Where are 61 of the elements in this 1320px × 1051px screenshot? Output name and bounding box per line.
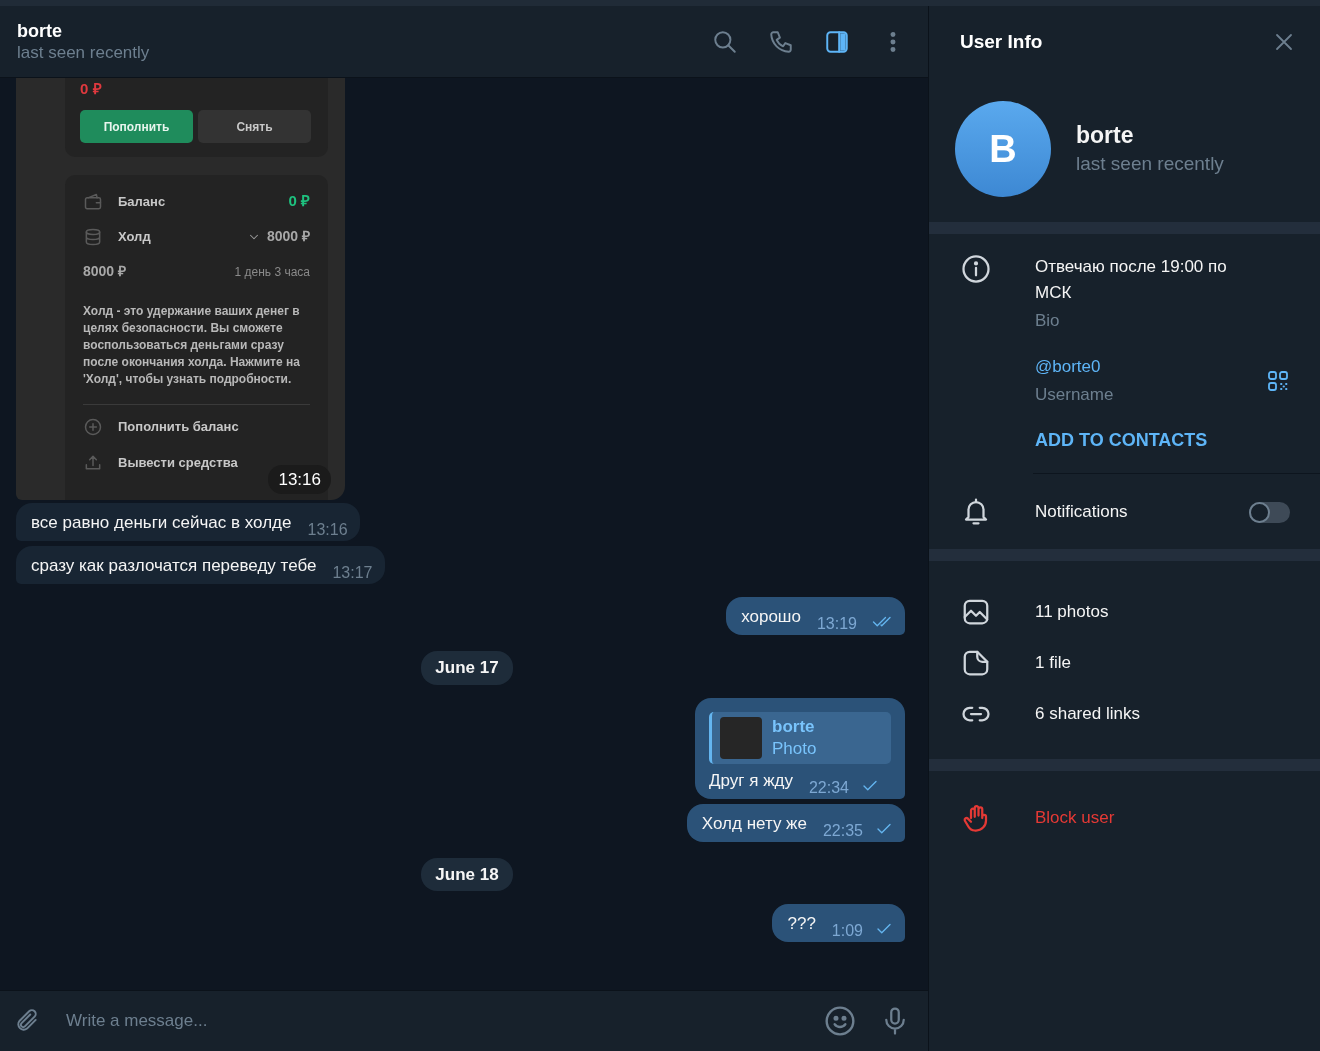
profile-name: borte <box>1076 120 1135 150</box>
upload-icon <box>83 453 103 473</box>
username-label: Username <box>1035 384 1115 406</box>
sidebar-toggle-icon[interactable] <box>824 28 850 55</box>
hold-time: 1 день 3 часа <box>234 263 310 281</box>
bio-text: Отвечаю после 19:00 по МСК <box>1035 256 1228 304</box>
row-label: Холд <box>118 227 152 246</box>
chat-status: last seen recently <box>17 41 151 64</box>
action-label: Пополнить баланс <box>118 418 239 437</box>
message-time: 13:16 <box>268 464 331 494</box>
block-user-button[interactable]: Block user <box>1035 805 1115 831</box>
composer-bar[interactable]: Write a message... <box>0 990 928 1051</box>
info-icon <box>961 254 991 284</box>
message-time: 13:17 <box>332 565 373 581</box>
row-value: 8000 ₽ <box>266 227 310 246</box>
profile-status: last seen recently <box>1076 151 1224 176</box>
hold-description: Холд - это удержание ваших денег в целях безопасности. Вы сможете воспользоваться деньгами сразу после окончания холда. Нажмите на 'Холд', чтобы узнать подробности. <box>83 303 301 388</box>
avatar: B <box>955 101 1051 197</box>
deposit-button: Пополнить <box>80 110 193 143</box>
message-text: сразу как разлочатся переведу тебе <box>31 555 317 577</box>
bio-label: Bio <box>1035 310 1061 332</box>
reply-text: Photo <box>772 737 817 760</box>
message-time: 22:35 <box>822 822 863 839</box>
search-icon[interactable] <box>712 28 738 55</box>
action-label: Вывести средства <box>118 454 238 473</box>
panel-title: User Info <box>960 29 1043 54</box>
notifications-toggle[interactable] <box>1249 501 1290 523</box>
media-count-link[interactable]: 1 file <box>1035 649 1071 676</box>
message-text: ??? <box>787 913 816 935</box>
wallet-icon <box>83 191 103 212</box>
notifications-label: Notifications <box>1035 501 1129 523</box>
row-value: 0 ₽ <box>288 191 310 212</box>
message-input[interactable]: Write a message... <box>64 1007 800 1035</box>
username-link[interactable]: @borte0 <box>1035 354 1266 380</box>
message-time: 22:34 <box>808 779 849 796</box>
message-text: все равно деньги сейчас в холде <box>31 512 292 534</box>
message-time: 13:16 <box>307 522 348 538</box>
chat-title: borte <box>17 19 63 42</box>
add-to-contacts-button[interactable]: ADD TO CONTACTS <box>1035 427 1208 453</box>
amount-text: 0 ₽ <box>80 80 103 98</box>
media-count-link[interactable]: 6 shared links <box>1035 700 1140 727</box>
emoji-icon[interactable] <box>824 1005 856 1037</box>
phone-icon[interactable] <box>768 28 794 55</box>
message-text: хорошо <box>741 606 801 628</box>
message-text: Друг я жду <box>709 769 793 792</box>
withdraw-button: Снять <box>198 110 311 143</box>
media-count-link[interactable]: 11 photos <box>1035 598 1109 625</box>
message-text: Холд нету же <box>701 812 807 835</box>
database-icon <box>83 226 103 247</box>
qr-code-icon[interactable] <box>1266 369 1290 393</box>
row-label: Баланс <box>118 192 167 211</box>
message-time: 1:09 <box>831 923 863 939</box>
date-label: June 18 <box>421 857 513 891</box>
plus-circle-icon <box>83 417 103 437</box>
reply-author: borte <box>772 715 816 738</box>
date-label: June 17 <box>421 651 513 685</box>
message-time: 13:19 <box>816 616 857 632</box>
attach-icon[interactable] <box>14 1008 40 1034</box>
photo-thumbnail <box>720 716 762 759</box>
hold-amount: 8000 ₽ <box>83 262 127 281</box>
screenshot-photo[interactable] <box>16 78 345 500</box>
